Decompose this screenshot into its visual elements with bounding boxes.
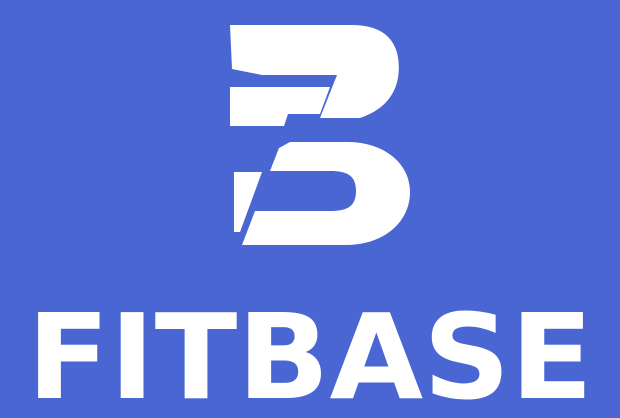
brand-wordmark: FITBASE [27, 290, 593, 418]
monogram-bottom-bowl [242, 142, 410, 245]
monogram-middle-stroke [230, 87, 330, 126]
fitbase-b-monogram-icon [230, 25, 410, 245]
wordmark-container: FITBASE [27, 290, 593, 418]
